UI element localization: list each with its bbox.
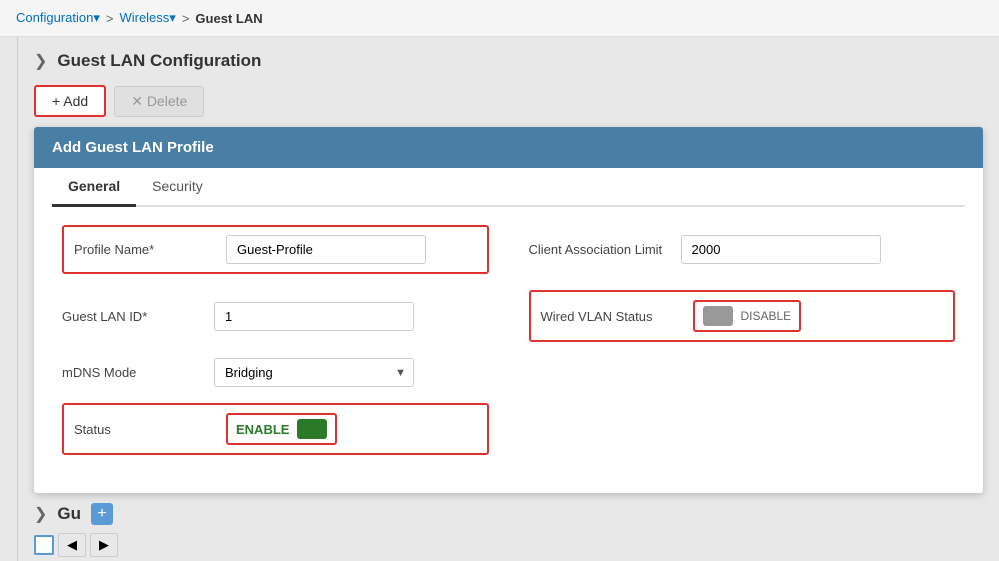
profile-name-label: Profile Name* [74, 242, 214, 257]
mdns-mode-row: mDNS Mode Bridging Filtering Disabled ▼ [62, 358, 489, 387]
delete-button[interactable]: ✕ Delete [114, 86, 204, 117]
prev-page-button[interactable]: ◀ [58, 533, 86, 557]
tab-general[interactable]: General [52, 168, 136, 207]
modal-tabs: General Security [52, 168, 965, 207]
next-page-button[interactable]: ▶ [90, 533, 118, 557]
bottom-section: ❯ Gu + [18, 493, 999, 529]
pagination-area: ◀ ▶ [18, 529, 999, 561]
add-button[interactable]: + Add [34, 85, 106, 117]
empty-right-col [529, 358, 956, 387]
modal-title: Add Guest LAN Profile [52, 139, 214, 156]
status-row: Status ENABLE [62, 403, 489, 455]
section-header: ❯ Guest LAN Configuration [18, 37, 999, 81]
guest-lan-id-row: Guest LAN ID* [62, 290, 489, 342]
breadcrumb-wireless[interactable]: Wireless▾ [119, 10, 175, 26]
section-chevron-icon[interactable]: ❯ [34, 51, 47, 71]
wired-vlan-label: Wired VLAN Status [541, 309, 681, 324]
wired-vlan-status-text: DISABLE [741, 309, 792, 323]
mdns-mode-label: mDNS Mode [62, 365, 202, 380]
status-label: Status [74, 422, 214, 437]
row-checkbox[interactable] [34, 535, 54, 555]
bottom-add-button[interactable]: + [91, 503, 113, 525]
client-assoc-limit-input[interactable] [681, 235, 881, 264]
breadcrumb-sep-1: > [106, 11, 114, 26]
wired-vlan-row: Wired VLAN Status DISABLE [529, 290, 956, 342]
profile-name-input[interactable] [226, 235, 426, 264]
guest-lan-id-input[interactable] [214, 302, 414, 331]
toolbar: + Add ✕ Delete [18, 81, 999, 127]
bottom-add-icon: + [97, 506, 106, 522]
status-toggle-wrap: ENABLE [226, 413, 337, 445]
add-guest-lan-modal: Add Guest LAN Profile General Security P… [34, 127, 983, 493]
sidebar [0, 37, 18, 561]
status-toggle[interactable] [297, 419, 327, 439]
guest-lan-id-label: Guest LAN ID* [62, 309, 202, 324]
client-assoc-limit-row: Client Association Limit [529, 225, 956, 274]
bottom-chevron-icon[interactable]: ❯ [34, 504, 47, 524]
profile-name-row: Profile Name* [62, 225, 489, 274]
status-value-text: ENABLE [236, 422, 289, 437]
bottom-section-title: Gu [57, 504, 81, 524]
page-title: Guest LAN Configuration [57, 51, 261, 71]
tab-security[interactable]: Security [136, 168, 219, 207]
breadcrumb: Configuration▾ > Wireless▾ > Guest LAN [0, 0, 999, 37]
breadcrumb-current: Guest LAN [195, 11, 262, 26]
main-content: ❯ Guest LAN Configuration + Add ✕ Delete… [18, 37, 999, 561]
form-grid: Profile Name* Client Association Limit G… [52, 225, 965, 455]
client-assoc-limit-label: Client Association Limit [529, 242, 669, 257]
modal-header: Add Guest LAN Profile [34, 127, 983, 168]
wired-vlan-toggle-wrap: DISABLE [693, 300, 802, 332]
wired-vlan-toggle[interactable] [703, 306, 733, 326]
breadcrumb-configuration[interactable]: Configuration▾ [16, 10, 100, 26]
mdns-mode-select[interactable]: Bridging Filtering Disabled [214, 358, 414, 387]
breadcrumb-sep-2: > [182, 11, 190, 26]
modal-body: General Security Profile Name* Client As… [34, 168, 983, 473]
mdns-mode-select-wrapper: Bridging Filtering Disabled ▼ [214, 358, 414, 387]
